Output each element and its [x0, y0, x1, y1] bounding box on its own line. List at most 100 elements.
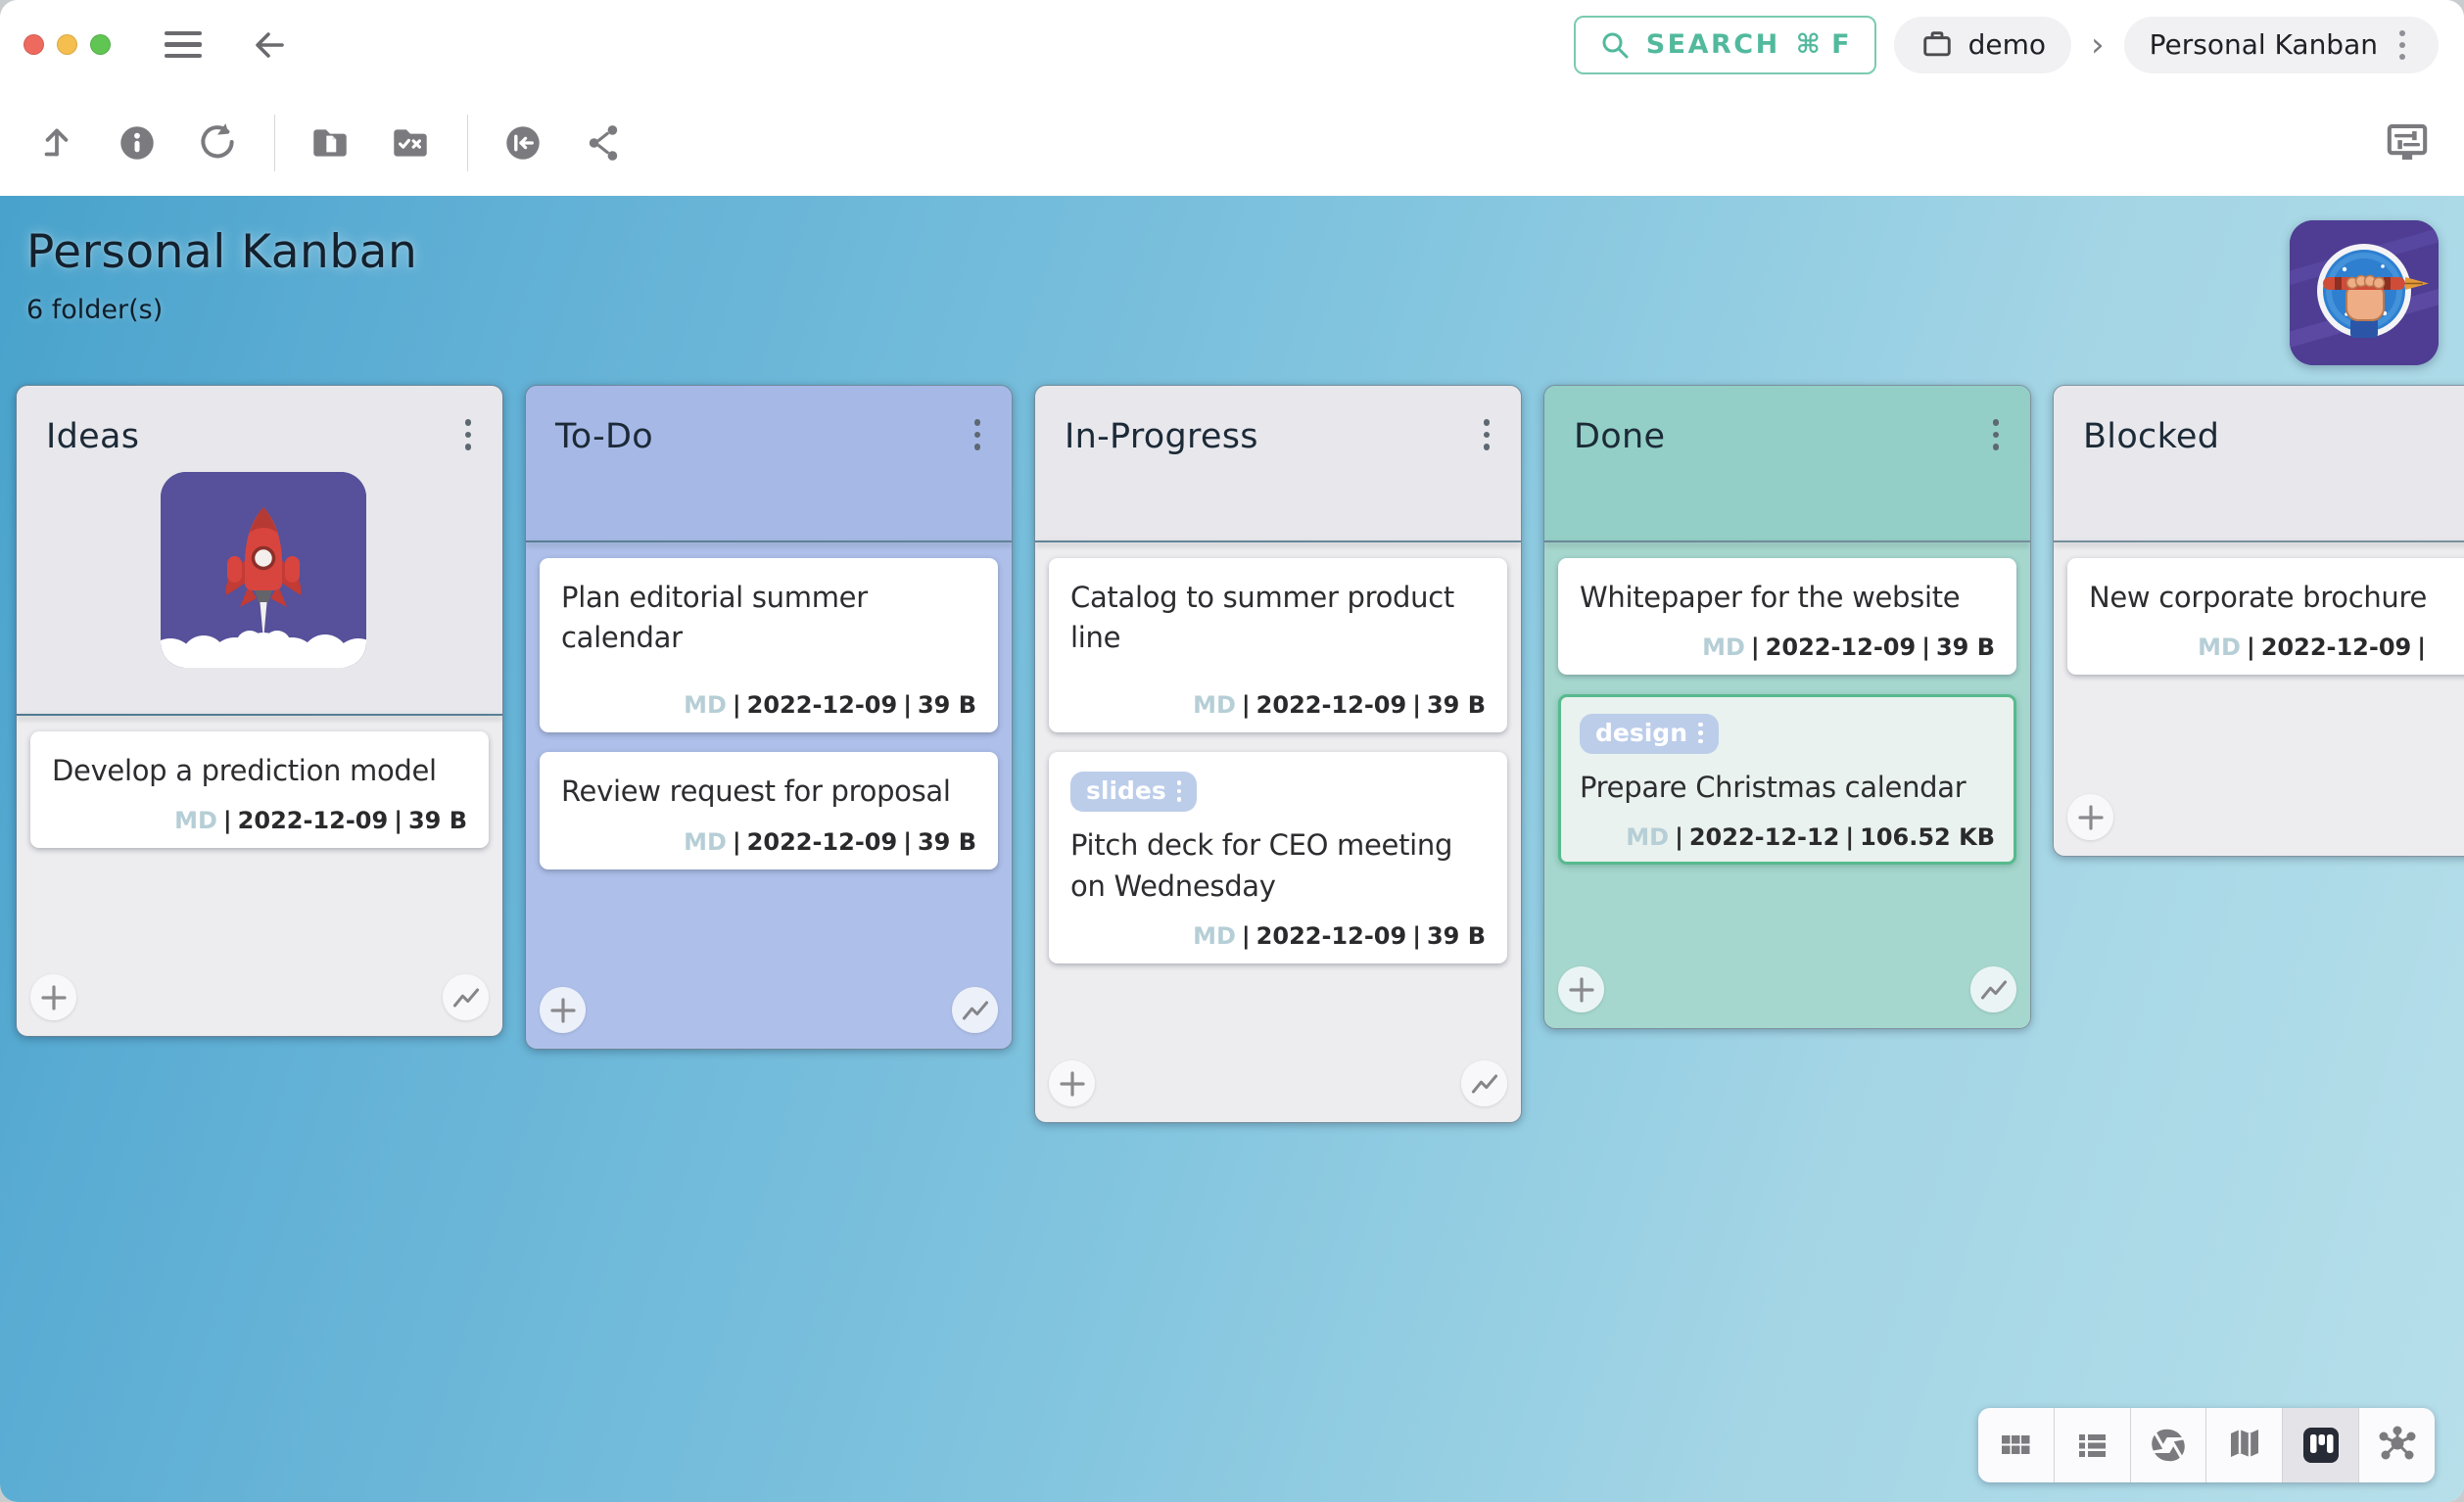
column-menu-icon[interactable]: [1474, 409, 1500, 460]
card[interactable]: Plan editorial summer calendar MD|2022-1…: [540, 558, 998, 732]
column-ideas: Ideas: [16, 385, 503, 1037]
collapse-left-icon[interactable]: [496, 116, 550, 170]
toolbar-divider: [274, 115, 275, 171]
graph-view-button[interactable]: [2359, 1408, 2435, 1482]
folder-document-icon[interactable]: [303, 116, 357, 170]
page-title: Personal Kanban: [26, 225, 2464, 279]
search-shortcut: ⌘ F: [1796, 29, 1851, 60]
card-meta: MD|2022-12-09|39 B: [1580, 634, 1995, 661]
menu-icon[interactable]: [165, 31, 202, 59]
card[interactable]: New corporate brochure MD|2022-12-09|: [2067, 558, 2464, 675]
tag-menu-icon[interactable]: [1698, 723, 1703, 744]
card-title: Whitepaper for the website: [1580, 578, 1995, 618]
breadcrumb-separator: ›: [2089, 25, 2107, 65]
column-in-progress: In-Progress Catalog to summer product li…: [1034, 385, 1522, 1123]
card[interactable]: slides Pitch deck for CEO meeting on Wed…: [1049, 752, 1507, 962]
zoom-window-button[interactable]: [90, 34, 111, 55]
column-divider: [1544, 540, 2030, 542]
column-divider: [1035, 540, 1521, 542]
search-icon: [1599, 29, 1631, 61]
column-blocked: Blocked New corporate brochure MD|2022-1…: [2053, 385, 2464, 857]
card-title: Prepare Christmas calendar: [1580, 768, 1995, 808]
column-menu-icon[interactable]: [455, 409, 482, 460]
search-button[interactable]: SEARCH ⌘ F: [1574, 16, 1876, 74]
activity-chart-button[interactable]: [1970, 966, 2016, 1012]
column-title: To-Do: [555, 409, 653, 456]
card-meta: MD|2022-12-09|39 B: [1070, 691, 1486, 719]
display-settings-icon[interactable]: [2380, 116, 2435, 170]
workspace-label: demo: [1968, 28, 2046, 61]
upload-icon[interactable]: [29, 116, 84, 170]
share-icon[interactable]: [576, 116, 631, 170]
card-meta: MD|2022-12-12|106.52 KB: [1580, 823, 1995, 851]
workspace-pill[interactable]: demo: [1894, 17, 2071, 73]
add-card-button[interactable]: [540, 987, 586, 1033]
card-meta: MD|2022-12-09|: [2089, 634, 2464, 661]
tag-menu-icon[interactable]: [1177, 780, 1182, 802]
workspace-logo: [2290, 220, 2439, 365]
toolbar-divider: [467, 115, 468, 171]
column-title: Ideas: [46, 409, 139, 456]
card-meta: MD|2022-12-09|39 B: [1070, 922, 1486, 950]
grid-view-button[interactable]: [1978, 1408, 2055, 1482]
column-title: Blocked: [2083, 409, 2219, 456]
card-title: Develop a prediction model: [52, 751, 467, 791]
folder-tasks-icon[interactable]: [383, 116, 438, 170]
rocket-cover-image: [161, 472, 366, 668]
info-icon[interactable]: [110, 116, 165, 170]
card-title: Plan editorial summer calendar: [561, 578, 976, 658]
card-title: New corporate brochure: [2089, 578, 2464, 618]
back-icon[interactable]: [249, 23, 292, 67]
column-title: Done: [1574, 409, 1665, 456]
column-divider: [2054, 540, 2464, 542]
minimize-window-button[interactable]: [57, 34, 77, 55]
column-divider: [17, 714, 502, 716]
column-done: Done Whitepaper for the website MD|2022-…: [1543, 385, 2031, 1029]
file-date: 2022-12-09: [238, 807, 389, 834]
list-view-button[interactable]: [2055, 1408, 2131, 1482]
app-window: SEARCH ⌘ F demo › Personal Kanban: [0, 0, 2464, 1502]
card-meta: MD|2022-12-09|39 B: [561, 691, 976, 719]
refresh-icon[interactable]: [190, 116, 245, 170]
add-card-button[interactable]: [2067, 794, 2113, 840]
column-title: In-Progress: [1065, 409, 1258, 456]
page-menu-icon[interactable]: [2392, 24, 2413, 66]
briefcase-icon: [1919, 27, 1955, 63]
search-label: SEARCH: [1646, 29, 1780, 60]
card-selected[interactable]: design Prepare Christmas calendar MD|202…: [1558, 694, 2016, 865]
card[interactable]: Develop a prediction model MD|2022-12-09…: [30, 731, 489, 848]
card-meta: MD|2022-12-09|39 B: [52, 807, 467, 834]
card[interactable]: Review request for proposal MD|2022-12-0…: [540, 752, 998, 868]
column-todo: To-Do Plan editorial summer calendar MD|…: [525, 385, 1013, 1050]
card-meta: MD|2022-12-09|39 B: [561, 828, 976, 856]
column-menu-icon[interactable]: [965, 409, 991, 460]
file-size: 39 B: [408, 807, 467, 834]
current-page-label: Personal Kanban: [2150, 28, 2378, 61]
card[interactable]: Whitepaper for the website MD|2022-12-09…: [1558, 558, 2016, 675]
activity-chart-button[interactable]: [1461, 1060, 1507, 1106]
content-area: Personal Kanban 6 folder(s): [0, 196, 2464, 1502]
column-menu-icon[interactable]: [1983, 409, 2010, 460]
add-card-button[interactable]: [30, 974, 76, 1020]
view-switcher: [1978, 1408, 2435, 1482]
kanban-board: Ideas: [16, 385, 2464, 1123]
add-card-button[interactable]: [1049, 1060, 1095, 1106]
file-type: MD: [174, 807, 217, 834]
folder-count: 6 folder(s): [26, 295, 2464, 325]
add-card-button[interactable]: [1558, 966, 1604, 1012]
card-title: Catalog to summer product line: [1070, 578, 1486, 658]
activity-chart-button[interactable]: [952, 987, 998, 1033]
close-window-button[interactable]: [24, 34, 44, 55]
page-header: Personal Kanban 6 folder(s): [0, 196, 2464, 325]
column-divider: [526, 540, 1012, 542]
current-page-pill[interactable]: Personal Kanban: [2124, 17, 2439, 73]
card-title: Review request for proposal: [561, 772, 976, 812]
kanban-view-button[interactable]: [2283, 1408, 2359, 1482]
gallery-view-button[interactable]: [2131, 1408, 2207, 1482]
card-title: Pitch deck for CEO meeting on Wednesday: [1070, 825, 1486, 906]
card[interactable]: Catalog to summer product line MD|2022-1…: [1049, 558, 1507, 732]
tag-chip[interactable]: design: [1580, 714, 1719, 754]
activity-chart-button[interactable]: [443, 974, 489, 1020]
tag-chip[interactable]: slides: [1070, 772, 1197, 812]
map-view-button[interactable]: [2206, 1408, 2283, 1482]
